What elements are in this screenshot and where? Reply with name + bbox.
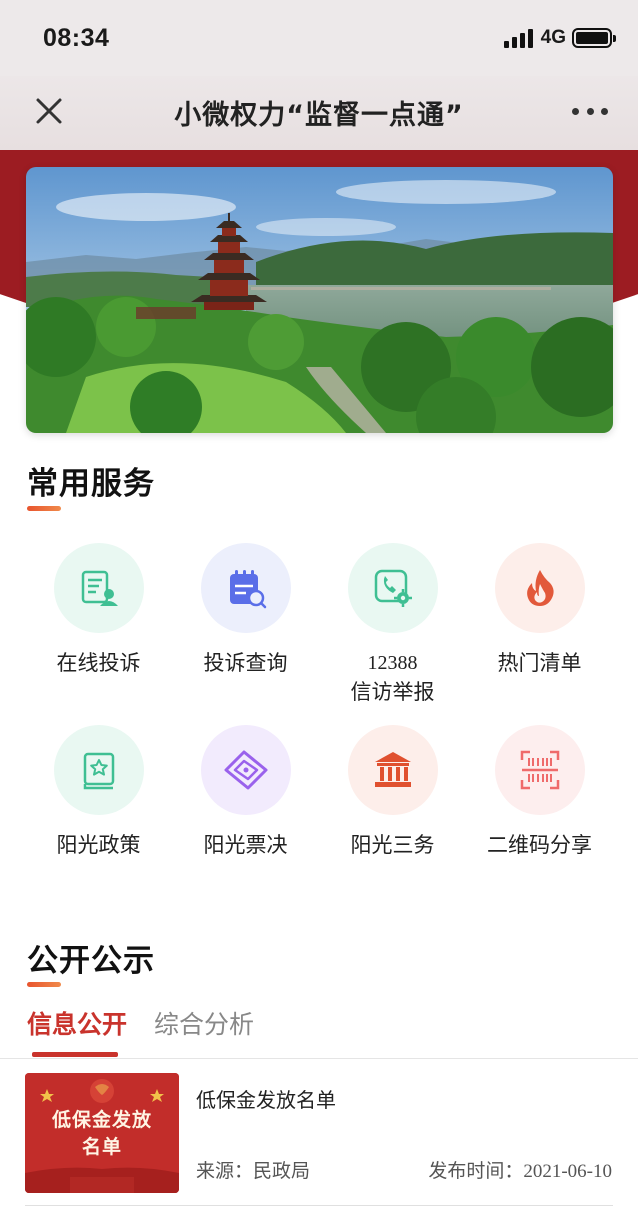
service-label-text: 信访举报 <box>350 680 435 704</box>
service-label: 阳光三务 <box>350 833 435 857</box>
service-icon-circle <box>347 725 438 815</box>
star-book-icon <box>83 752 114 790</box>
service-online-complaint[interactable]: 在线投诉 <box>25 543 172 678</box>
service-label: 12388 信访举报 <box>319 649 466 707</box>
service-sunshine-policy[interactable]: 阳光政策 <box>25 725 172 860</box>
calendar-search-icon <box>229 570 266 609</box>
service-label: 在线投诉 <box>56 651 141 675</box>
date-value: 2021-06-10 <box>523 1161 612 1182</box>
news-thumbnail: 低保金发放 名单 <box>25 1073 179 1193</box>
service-label: 阳光政策 <box>56 833 141 857</box>
status-bar: 08:34 4G <box>0 0 638 76</box>
section-underline <box>27 982 61 987</box>
service-icon-circle <box>200 543 291 633</box>
flame-icon <box>526 570 554 606</box>
source-value: 民政局 <box>253 1160 311 1182</box>
tabs-divider <box>0 1058 638 1059</box>
tab-info-disclosure[interactable]: 信息公开 <box>27 1005 127 1041</box>
service-sunshine-three-affairs[interactable]: 阳光三务 <box>319 725 466 860</box>
more-dot-icon <box>601 107 608 115</box>
network-type: 4G <box>540 27 566 48</box>
section-title-public-notice: 公开公示 <box>27 943 155 979</box>
section-title-common-services: 常用服务 <box>27 466 155 502</box>
service-icon-circle <box>494 725 585 815</box>
more-options-button[interactable] <box>572 96 608 126</box>
news-source: 来源：民政局 <box>196 1156 310 1183</box>
thumbnail-caption: 低保金发放 名单 <box>25 1107 179 1161</box>
active-tab-indicator <box>32 1052 118 1057</box>
service-label: 热门清单 <box>497 651 582 675</box>
service-label: 二维码分享 <box>487 833 592 857</box>
date-label: 发布时间： <box>428 1160 524 1182</box>
nav-bar: 小微权力“监督一点通” <box>0 76 638 150</box>
status-indicators: 4G <box>503 27 616 49</box>
battery-icon <box>572 28 616 48</box>
government-building-icon <box>374 752 411 787</box>
complaint-form-icon <box>81 570 118 606</box>
thumbnail-caption-line: 低保金发放 <box>51 1109 152 1131</box>
tab-comprehensive-analysis[interactable]: 综合分析 <box>154 1005 254 1041</box>
qr-scan-icon <box>520 750 559 790</box>
service-label: 投诉查询 <box>203 651 288 675</box>
service-icon-circle <box>494 543 585 633</box>
news-publish-date: 发布时间：2021-06-10 <box>428 1156 612 1183</box>
service-icon-circle <box>347 543 438 633</box>
service-icon-circle <box>53 543 144 633</box>
service-label: 阳光票决 <box>203 833 288 857</box>
thumbnail-caption-line: 名单 <box>81 1136 122 1158</box>
list-divider <box>25 1205 613 1206</box>
signal-icon <box>503 28 533 48</box>
more-dot-icon <box>572 107 579 115</box>
source-label: 来源： <box>196 1160 254 1182</box>
service-complaint-query[interactable]: 投诉查询 <box>172 543 319 678</box>
ticket-icon <box>224 750 267 790</box>
service-icon-circle <box>200 725 291 815</box>
banner-image[interactable] <box>26 167 613 433</box>
page-title: 小微权力“监督一点通” <box>174 100 464 131</box>
service-qr-share[interactable]: 二维码分享 <box>466 725 613 860</box>
service-hot-list[interactable]: 热门清单 <box>466 543 613 678</box>
phone-gear-icon <box>374 569 412 607</box>
list-item[interactable]: 低保金发放 名单 低保金发放名单 来源：民政局 发布时间：2021-06-10 <box>0 1070 638 1206</box>
status-time: 08:34 <box>43 24 110 52</box>
section-underline <box>27 506 61 511</box>
landscape-pagoda-image <box>26 167 613 433</box>
service-sunshine-vote[interactable]: 阳光票决 <box>172 725 319 860</box>
service-label-number: 12388 <box>367 652 418 674</box>
service-icon-circle <box>53 725 144 815</box>
service-12388-petition-report[interactable]: 12388 信访举报 <box>319 543 466 707</box>
news-title: 低保金发放名单 <box>196 1088 336 1112</box>
more-dot-icon <box>586 107 594 115</box>
